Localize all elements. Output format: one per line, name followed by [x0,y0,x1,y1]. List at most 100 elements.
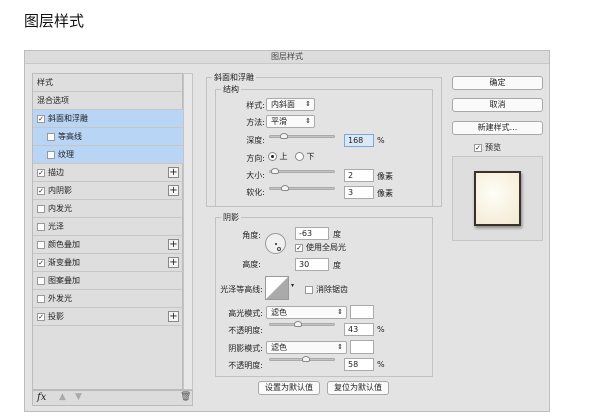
checkbox-checked-icon: ✓ [295,243,303,252]
style-item[interactable]: 外发光 [33,290,183,308]
add-icon[interactable]: + [168,311,179,322]
shadow-opacity-input[interactable]: 58 [344,358,374,371]
soften-input[interactable]: 3 [344,186,374,199]
style-item[interactable]: 等高线 [33,128,183,146]
style-item[interactable]: ✓ 描边 + [33,164,183,182]
size-slider-thumb[interactable] [270,168,279,174]
move-up-icon[interactable]: ▲ [59,392,66,402]
highlight-mode-label: 高光模式: [228,309,263,318]
highlight-opacity-unit: % [377,325,385,334]
style-item[interactable]: 光泽 [33,218,183,236]
select-arrows-icon: ⇕ [337,343,343,351]
add-icon[interactable]: + [168,239,179,250]
make-default-button[interactable]: 设置为默认值 [258,381,320,395]
layer-style-dialog: 图层样式 样式 混合选项 ✓ 斜面和浮雕 等高线 纹理 ✓ 描边 + ✓ 内阴影 + 内发光 光泽 颜色叠加… [24,50,550,412]
depth-input[interactable]: 168 [344,134,374,147]
technique-select[interactable]: 平滑 ⇕ [266,115,315,128]
style-item-label: 渐变叠加 [48,258,80,267]
direction-down-radio[interactable]: 下 [295,151,315,162]
style-item[interactable]: ✓ 投影 + [33,308,183,326]
style-item[interactable]: 样式 [33,74,183,92]
style-label: 样式: [246,101,265,110]
add-icon[interactable]: + [168,185,179,196]
contour-dropdown-icon[interactable]: ▾ [291,282,294,289]
style-item[interactable]: 图案叠加 [33,272,183,290]
new-style-button[interactable]: 新建样式... [452,121,543,135]
shadow-mode-select[interactable]: 滤色 ⇕ [266,341,347,354]
highlight-opacity-thumb[interactable] [294,321,303,327]
highlight-color-swatch[interactable] [350,305,374,319]
soften-slider-thumb[interactable] [281,185,290,191]
depth-slider-thumb[interactable] [279,133,288,139]
shadow-opacity-slider[interactable] [269,356,335,362]
checkbox-icon[interactable] [47,132,55,141]
technique-value: 平滑 [271,117,287,126]
soften-slider[interactable] [269,185,335,191]
shadow-opacity-unit: % [377,360,385,369]
angle-dial[interactable] [265,233,286,254]
checkbox-checked-icon[interactable]: ✓ [37,114,45,123]
altitude-unit: 度 [333,261,341,270]
checkbox-checked-icon[interactable]: ✓ [37,312,45,321]
global-light-label: 使用全局光 [306,243,346,252]
preview-checkbox[interactable]: ✓ 预览 [474,142,501,153]
gloss-contour-picker[interactable] [265,276,289,300]
reset-default-button[interactable]: 复位为默认值 [327,381,389,395]
add-icon[interactable]: + [168,167,179,178]
shadow-color-swatch[interactable] [350,340,374,354]
checkbox-icon[interactable] [37,276,45,285]
style-item[interactable]: 颜色叠加 + [33,236,183,254]
checkbox-checked-icon[interactable]: ✓ [37,258,45,267]
global-light-checkbox[interactable]: ✓ 使用全局光 [295,242,346,253]
style-select[interactable]: 内斜面 ⇕ [266,98,315,111]
style-item[interactable]: 混合选项 [33,92,183,110]
size-input[interactable]: 2 [344,169,374,182]
style-item[interactable]: ✓ 渐变叠加 + [33,254,183,272]
checkbox-icon[interactable] [37,240,45,249]
radio-selected-icon [268,152,277,161]
altitude-label: 高度: [242,260,261,269]
angle-label: 角度: [242,231,261,240]
size-slider[interactable] [269,168,335,174]
add-icon[interactable]: + [168,257,179,268]
preview-label: 预览 [485,143,501,152]
shadow-opacity-thumb[interactable] [302,356,311,362]
angle-unit: 度 [333,230,341,239]
style-item[interactable]: 纹理 [33,146,183,164]
checkbox-icon[interactable] [37,204,45,213]
move-down-icon[interactable]: ▼ [75,392,82,402]
checkbox-icon[interactable] [47,150,55,159]
fx-button[interactable]: fx [37,392,46,403]
style-item-label: 斜面和浮雕 [48,114,88,123]
depth-slider[interactable] [269,133,335,139]
highlight-opacity-slider[interactable] [269,321,335,327]
style-item[interactable]: 内发光 [33,200,183,218]
ok-button[interactable]: 确定 [452,76,543,90]
style-item-label: 内阴影 [48,186,72,195]
angle-input[interactable]: -63 [295,227,329,240]
highlight-opacity-label: 不透明度: [228,326,263,335]
style-item-label: 样式 [37,78,53,87]
depth-unit: % [377,136,385,145]
style-item-label: 内发光 [48,204,72,213]
checkbox-checked-icon[interactable]: ✓ [37,168,45,177]
style-item-label: 等高线 [58,132,82,141]
select-arrows-icon: ⇕ [305,117,311,125]
anti-alias-checkbox[interactable]: 消除锯齿 [305,284,348,295]
altitude-input[interactable]: 30 [295,258,329,271]
direction-label: 方向: [246,154,265,163]
checkbox-icon[interactable] [37,222,45,231]
style-item[interactable]: ✓ 斜面和浮雕 [33,110,183,128]
cancel-button[interactable]: 取消 [452,98,543,112]
direction-up-radio[interactable]: 上 [268,151,288,162]
styles-list-scrollbar[interactable] [183,73,193,390]
style-item[interactable]: ✓ 内阴影 + [33,182,183,200]
checkbox-icon [305,285,313,294]
shading-group-title: 阴影 [221,212,241,223]
bevel-group-title: 斜面和浮雕 [212,72,256,83]
checkbox-icon[interactable] [37,294,45,303]
highlight-mode-select[interactable]: 滤色 ⇕ [266,306,347,319]
trash-icon[interactable]: 🗑 [180,392,191,402]
highlight-opacity-input[interactable]: 43 [344,323,374,336]
checkbox-checked-icon[interactable]: ✓ [37,186,45,195]
